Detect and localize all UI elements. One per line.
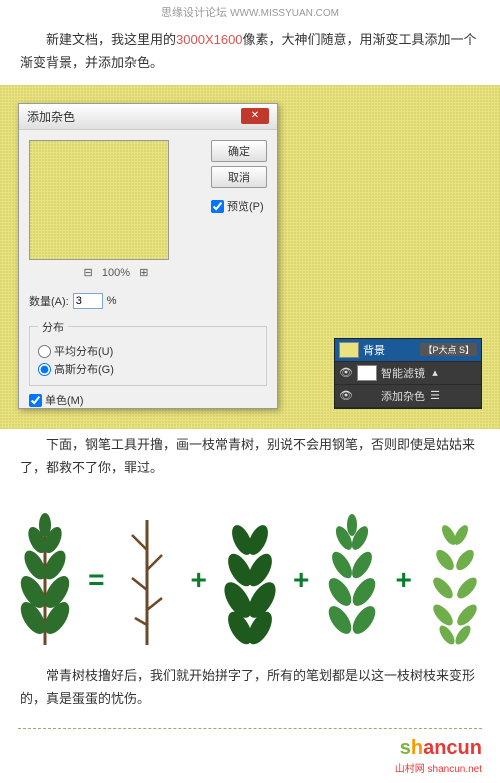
amount-label: 数量(A): [29,293,69,309]
uniform-radio[interactable]: 平均分布(U) [38,343,258,359]
plus-op: + [293,564,309,596]
layer-smart-filter[interactable]: 👁 智能滤镜 ▴ [335,362,481,385]
amount-unit: % [107,295,117,307]
plant-equation: = + + + [0,490,500,660]
layer-name: 智能滤镜 [381,365,425,381]
layer-background[interactable]: 背景 【P大点 S】 [335,339,481,362]
chevron-up-icon[interactable]: ▴ [429,366,441,379]
amount-input[interactable] [73,293,103,309]
site-name: 思缘设计论坛 [161,7,227,19]
doc-size: 3000X1600 [176,32,243,47]
layers-panel: 背景 【P大点 S】 👁 智能滤镜 ▴ 👁 添加杂色 ☰ [334,338,482,409]
distribution-fieldset: 分布 平均分布(U) 高斯分布(G) [29,319,267,386]
site-url[interactable]: WWW.MISSYUAN.COM [230,8,339,19]
zoom-in-icon[interactable]: ⊞ [139,267,148,279]
add-noise-dialog: 添加杂色 ✕ ⊟ 100% ⊞ 确定 取消 预览(P) 数量(A): % [18,103,278,409]
logo-subtitle: 山村网 shancun.net [395,764,482,775]
leaves-mid-icon [322,510,382,650]
dist-legend: 分布 [38,319,68,335]
plus-op: + [191,564,207,596]
settings-icon[interactable]: ☰ [429,389,441,402]
layer-badge: 【P大点 S】 [420,343,477,356]
paragraph-3: 常青树枝撸好后，我们就开始拼字了，所有的笔划都是以这一枝树枝来变形的，真是蛋蛋的… [0,660,500,721]
leaves-dark-icon [220,510,280,650]
leaves-light-icon [425,510,485,650]
paragraph-1: 新建文档，我这里用的3000X1600像素，大神们随意，用渐变工具添加一个渐变背… [0,24,500,85]
noise-preview [29,140,169,260]
layer-thumb-icon [339,342,359,358]
layer-thumb-icon [357,365,377,381]
ok-button[interactable]: 确定 [211,140,267,162]
plus-op: + [396,564,412,596]
stem-icon [117,510,177,650]
footer-logo: shancun 山村网 shancun.net [0,737,500,783]
layer-name: 背景 [363,342,385,358]
zoom-controls: ⊟ 100% ⊞ [29,266,203,279]
dialog-title-text: 添加杂色 [27,108,75,125]
close-icon[interactable]: ✕ [241,108,269,124]
visibility-icon[interactable]: 👁 [339,389,353,402]
zoom-out-icon[interactable]: ⊟ [84,267,93,279]
paragraph-2: 下面，钢笔工具开撸，画一枝常青树，别说不会用钢笔，否则即使是姑姑来了，都救不了你… [0,429,500,490]
visibility-icon[interactable]: 👁 [339,366,353,379]
dialog-titlebar: 添加杂色 ✕ [19,104,277,130]
full-branch-icon [15,510,75,650]
layer-add-noise[interactable]: 👁 添加杂色 ☰ [335,385,481,408]
layer-name: 添加杂色 [381,388,425,404]
preview-checkbox[interactable]: 预览(P) [211,198,267,214]
textured-background: 添加杂色 ✕ ⊟ 100% ⊞ 确定 取消 预览(P) 数量(A): % [0,85,500,429]
equals-op: = [88,564,104,596]
divider [18,728,482,729]
cancel-button[interactable]: 取消 [211,166,267,188]
page-header: 思缘设计论坛 WWW.MISSYUAN.COM [0,0,500,24]
zoom-level: 100% [102,267,130,279]
mono-checkbox[interactable]: 单色(M) [19,393,94,417]
gaussian-radio[interactable]: 高斯分布(G) [38,361,258,377]
